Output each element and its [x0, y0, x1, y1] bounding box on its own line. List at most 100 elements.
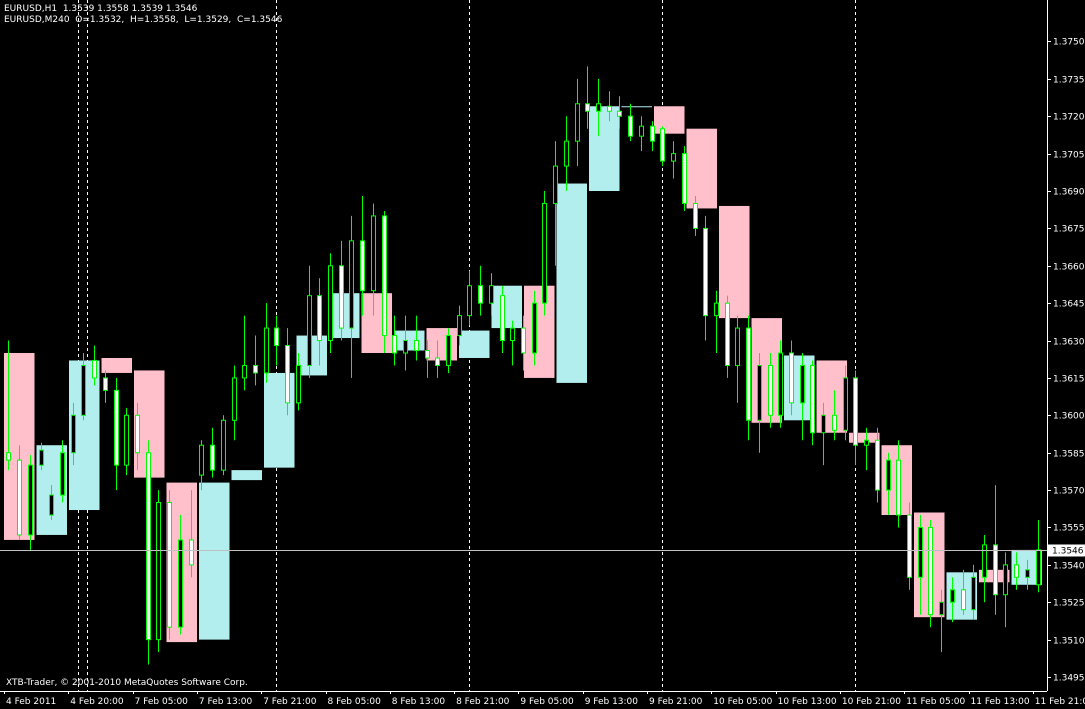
h1-candle-body: [349, 240, 354, 329]
price-tick-label: 1.3525: [1053, 599, 1085, 609]
time-tick-label: 9 Feb 21:00: [649, 697, 703, 707]
h1-candle-body: [382, 215, 387, 337]
m240-candle: [394, 330, 425, 351]
h1-candle-body: [810, 364, 815, 434]
m240-candle: [101, 357, 132, 373]
h1-candle-body: [875, 439, 880, 491]
h1-candle-body: [1003, 564, 1008, 596]
h1-candle-body: [167, 502, 172, 628]
price-tick-label: 1.3735: [1053, 76, 1085, 86]
h1-candle-body: [864, 439, 869, 446]
time-tick-label: 7 Feb 05:00: [135, 697, 189, 707]
h1-candle-body: [274, 327, 279, 347]
h1-candle-body: [435, 357, 440, 366]
h1-candle-body: [521, 327, 526, 354]
m240-candle: [491, 285, 522, 329]
price-tick-label: 1.3660: [1053, 263, 1085, 273]
h1-candle-body: [156, 502, 161, 641]
h1-candle-body: [768, 364, 773, 416]
h1-candle-body: [242, 364, 247, 379]
h1-candle-body: [124, 414, 129, 466]
h1-candle-body: [542, 202, 547, 304]
h1-candle-body: [467, 285, 472, 317]
time-tick-label: 10 Feb 13:00: [778, 697, 837, 707]
h1-candle-body: [1036, 549, 1041, 586]
h1-candle-body: [821, 414, 826, 434]
h1-candle-body: [135, 414, 140, 454]
time-tick-label: 11 Feb 21:00: [1035, 697, 1085, 707]
h1-candle-body: [886, 459, 891, 491]
price-tick-label: 1.3570: [1053, 487, 1085, 497]
h1-candle-body: [500, 295, 505, 342]
time-tick-label: 8 Feb 05:00: [328, 697, 382, 707]
h1-candle-body: [939, 601, 944, 616]
m240-candle: [686, 128, 717, 209]
h1-candle-body: [532, 302, 537, 354]
h1-candle-body: [639, 125, 644, 137]
h1-candle-body: [39, 449, 44, 466]
h1-candle-body: [425, 350, 430, 359]
m240-candle: [426, 328, 457, 361]
h1-candle-body: [28, 464, 33, 536]
h1-candle-body: [253, 364, 258, 374]
price-tick-label: 1.3510: [1053, 637, 1085, 647]
time-tick-label: 11 Feb 13:00: [971, 697, 1030, 707]
time-tick-label: 4 Feb 20:00: [70, 697, 124, 707]
price-chart[interactable]: 1.3750 1.3735 1.3720 1.3705 1.3690 1.3675 1.36…: [0, 0, 1085, 709]
copyright-notice: XTB-Trader, © 2001-2010 MetaQuotes Softw…: [6, 678, 248, 688]
h1-candle-body: [585, 103, 590, 112]
h1-candles: [6, 66, 1041, 665]
m240-candle: [524, 285, 555, 378]
h1-candle-body: [982, 544, 987, 578]
h1-candle-body: [457, 315, 462, 337]
price-tick-label: 1.3645: [1053, 300, 1085, 310]
h1-candle-body: [360, 240, 365, 292]
h1-candle-body: [617, 110, 622, 117]
h1-candle-body: [907, 514, 912, 578]
h1-candle-body: [414, 340, 419, 352]
h1-candle-body: [81, 364, 86, 416]
price-tick-label: 1.3600: [1053, 412, 1085, 422]
h1-candle-body: [264, 327, 269, 374]
h1-candle-body: [199, 444, 204, 476]
price-tick-label: 1.3585: [1053, 450, 1085, 460]
m240-candle: [556, 183, 587, 383]
h1-candle-body: [918, 526, 923, 578]
time-tick-label: 7 Feb 21:00: [263, 697, 317, 707]
h1-candle-body: [735, 327, 740, 366]
time-tick-label: 9 Feb 05:00: [520, 697, 574, 707]
h1-candle-body: [1025, 569, 1030, 578]
h1-candle-body: [210, 444, 215, 471]
h1-candle-body: [725, 302, 730, 366]
h1-candle-body: [92, 359, 97, 379]
h1-candle-body: [553, 165, 558, 204]
h1-candle-body: [103, 377, 108, 391]
h1-candle-body: [371, 215, 376, 292]
m240-ohlc-readout: EURUSD,M240 O=1.3532, H=1.3558, L=1.3529…: [4, 15, 283, 25]
h1-candle-body: [800, 364, 805, 404]
h1-candle-body: [703, 227, 708, 317]
m240-candle: [361, 293, 392, 353]
price-tick-label: 1.3555: [1053, 524, 1085, 534]
h1-candle-body: [6, 452, 11, 461]
h1-candle-body: [392, 335, 397, 354]
time-tick-label: 9 Feb 13:00: [585, 697, 639, 707]
h1-candle-body: [114, 389, 119, 466]
h1-candle-body: [221, 419, 226, 471]
price-tick-label: 1.3690: [1053, 188, 1085, 198]
h1-candle-body: [950, 589, 955, 603]
h1-candle-body: [843, 377, 848, 431]
h1-candle-body: [746, 327, 751, 421]
price-tick-label: 1.3705: [1053, 151, 1085, 161]
h1-candle-body: [478, 285, 483, 304]
h1-candle-body: [896, 459, 901, 516]
h1-candle-body: [961, 589, 966, 611]
h1-candle-body: [71, 414, 76, 454]
h1-candle-body: [714, 302, 719, 317]
h1-candle-body: [146, 452, 151, 641]
price-tick-label: 1.3615: [1053, 375, 1085, 385]
h1-candle-body: [628, 115, 633, 137]
price-tick-label: 1.3750: [1053, 38, 1085, 48]
h1-candle-body: [596, 103, 601, 112]
h1-candle-body: [339, 265, 344, 329]
